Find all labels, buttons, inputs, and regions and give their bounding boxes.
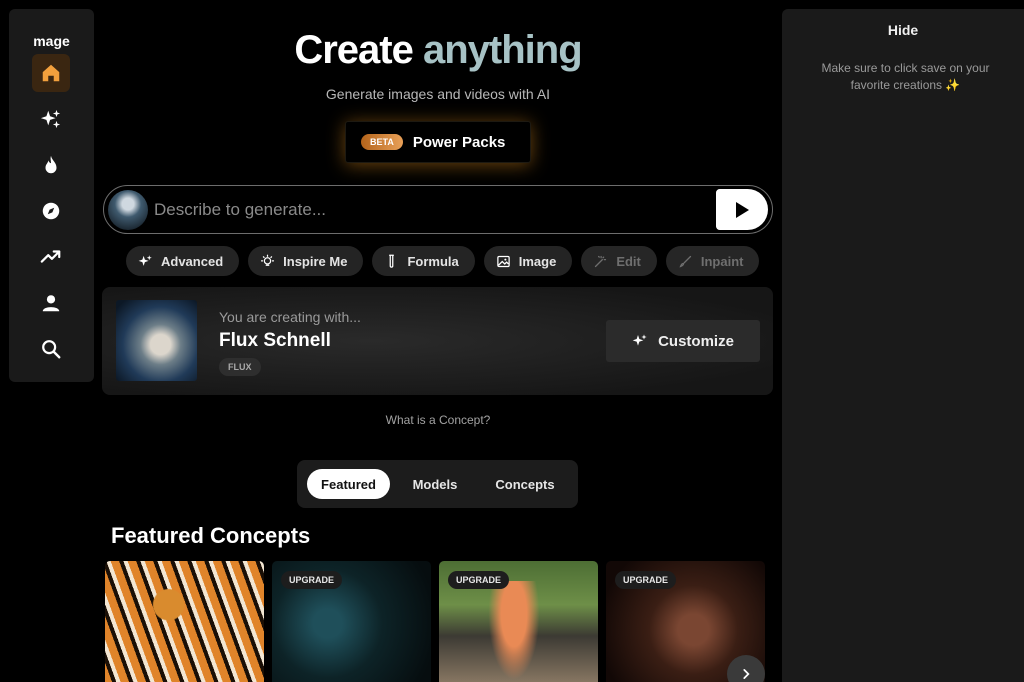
lightbulb-icon: [261, 254, 275, 266]
chip-label: Inspire Me: [283, 253, 348, 269]
edit-button[interactable]: Edit: [581, 246, 657, 276]
generate-button[interactable]: [716, 189, 768, 230]
beta-badge: BETA: [361, 134, 403, 150]
home-icon: [42, 64, 60, 82]
app-logo[interactable]: mage: [9, 33, 94, 49]
prompt-bar: [103, 185, 773, 234]
sparkles-icon: [138, 254, 152, 266]
tab-models[interactable]: Models: [390, 469, 480, 499]
sparkles-icon: [40, 109, 61, 129]
flame-icon: [45, 155, 57, 174]
magic-wand-icon: [595, 255, 607, 267]
page-title: Create anything: [100, 28, 776, 73]
prompt-options: Advanced Inspire Me Formula Image Edit I…: [126, 246, 760, 276]
concept-caption: You are creating with...: [219, 309, 361, 325]
power-packs-label: Power Packs: [412, 133, 506, 151]
inspire-me-button[interactable]: Inspire Me: [248, 246, 364, 276]
customize-label: Customize: [658, 332, 734, 350]
title-part-1: Create: [294, 28, 414, 72]
concept-tag: FLUX: [219, 358, 261, 376]
customize-button[interactable]: Customize: [606, 320, 760, 362]
content-tabs: Featured Models Concepts: [297, 460, 578, 508]
concept-name: Flux Schnell: [219, 330, 331, 351]
advanced-button[interactable]: Advanced: [126, 246, 240, 276]
featured-concepts-row: UPGRADE UPGRADE UPGRADE: [105, 561, 765, 682]
concept-card[interactable]: UPGRADE: [439, 561, 598, 682]
search-icon: [42, 340, 61, 359]
image-button[interactable]: Image: [483, 246, 573, 276]
what-is-concept-link[interactable]: What is a Concept?: [100, 413, 776, 427]
upgrade-badge: UPGRADE: [281, 571, 343, 589]
sparkles-icon: [632, 334, 647, 346]
test-tube-icon: [389, 254, 395, 268]
current-concept-card: You are creating with... Flux Schnell FL…: [102, 287, 773, 395]
tab-featured[interactable]: Featured: [307, 469, 390, 499]
tab-concepts[interactable]: Concepts: [480, 469, 570, 499]
inpaint-button[interactable]: Inpaint: [665, 246, 760, 276]
prompt-input[interactable]: [148, 189, 716, 230]
brush-icon: [679, 255, 691, 267]
save-hint: Make sure to click save on your favorite…: [821, 61, 990, 92]
concept-card[interactable]: UPGRADE: [272, 561, 431, 682]
sidebar-item-trending[interactable]: [32, 238, 70, 276]
upgrade-badge: UPGRADE: [615, 571, 677, 589]
hide-panel-button[interactable]: Hide: [782, 22, 1024, 38]
creations-panel: Hide Make sure to click save on your fav…: [782, 9, 1024, 682]
sidebar: mage: [9, 9, 94, 382]
concept-card[interactable]: [105, 561, 264, 682]
chip-label: Edit: [616, 253, 641, 269]
title-part-2: anything: [422, 28, 583, 72]
trending-up-icon: [40, 250, 61, 263]
sidebar-item-hot[interactable]: [32, 146, 70, 184]
user-icon: [42, 295, 60, 312]
image-icon: [496, 255, 510, 267]
power-packs-button[interactable]: BETA Power Packs: [345, 121, 531, 163]
chip-label: Advanced: [161, 253, 224, 269]
section-title: Featured Concepts: [111, 523, 311, 548]
play-icon: [736, 201, 749, 218]
main-content: Create anything Generate images and vide…: [100, 0, 776, 682]
chip-label: Inpaint: [700, 253, 744, 269]
sidebar-item-profile[interactable]: [32, 284, 70, 322]
sidebar-item-home[interactable]: [32, 54, 70, 92]
upgrade-badge: UPGRADE: [448, 571, 510, 589]
sidebar-item-explore[interactable]: [32, 192, 70, 230]
concept-thumbnail: [116, 300, 197, 381]
chip-label: Formula: [407, 253, 459, 269]
sidebar-item-search[interactable]: [32, 330, 70, 368]
concept-avatar[interactable]: [108, 189, 148, 230]
formula-button[interactable]: Formula: [372, 246, 475, 276]
sidebar-item-create[interactable]: [32, 100, 70, 138]
page-subtitle: Generate images and videos with AI: [325, 86, 551, 102]
chevron-right-icon: [743, 669, 750, 679]
chip-label: Image: [518, 253, 557, 269]
compass-icon: [42, 202, 60, 220]
